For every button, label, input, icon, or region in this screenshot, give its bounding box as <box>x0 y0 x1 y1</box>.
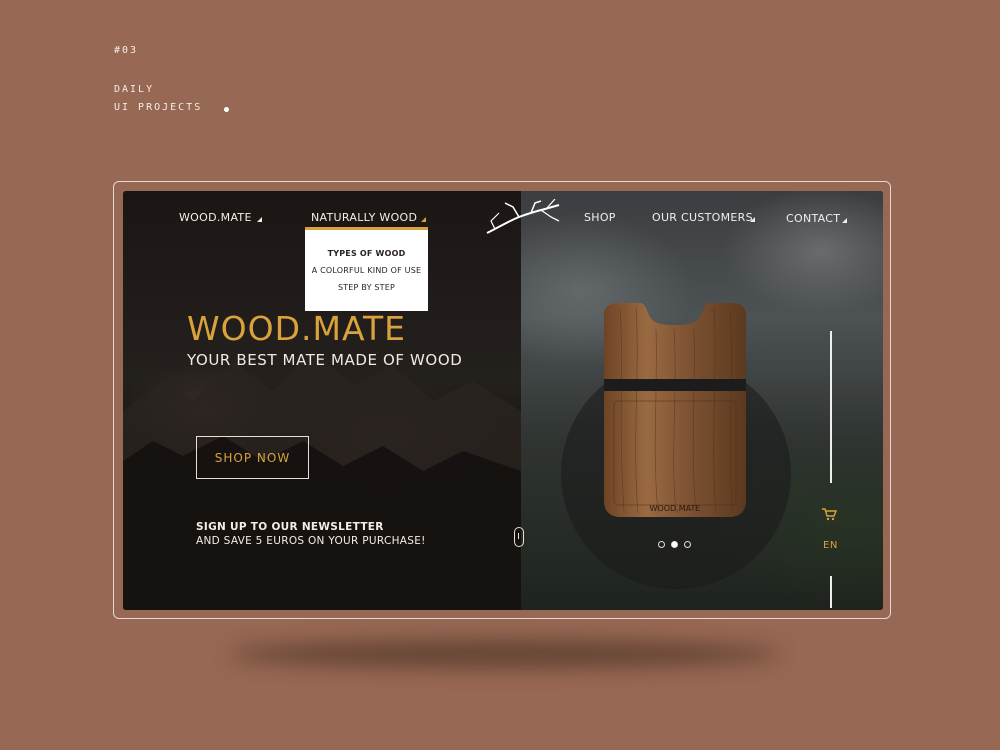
project-label-line1: DAILY <box>114 84 155 95</box>
hero-title: WOOD.MATE <box>187 309 406 348</box>
dropdown-item-colorful[interactable]: A COLORFUL KIND OF USE <box>305 266 428 275</box>
logo-branch-icon[interactable] <box>485 199 563 235</box>
nav-naturally-wood[interactable]: NATURALLY WOOD <box>311 211 417 224</box>
nav-contact-arrow-icon <box>842 218 847 223</box>
nav-woodmate-arrow-icon <box>257 217 262 222</box>
carousel-dots <box>658 533 697 552</box>
nav-customers-arrow-icon <box>750 217 755 222</box>
mountain-silhouette <box>123 351 521 610</box>
carousel-dot-3[interactable] <box>684 541 691 548</box>
nav-naturally-wood-arrow-icon <box>421 217 426 222</box>
naturally-wood-dropdown: TYPES OF WOOD A COLORFUL KIND OF USE STE… <box>305 227 428 311</box>
nav-woodmate[interactable]: WOOD.MATE <box>179 211 252 224</box>
nav-our-customers[interactable]: OUR CUSTOMERS <box>652 211 753 224</box>
website-screen: WOOD.MATE NATURALLY WOOD TYPES OF WOOD A… <box>123 191 883 610</box>
dropdown-item-step[interactable]: STEP BY STEP <box>305 283 428 292</box>
carousel-dot-2[interactable] <box>671 541 678 548</box>
wallet-brand-engraving: WOOD.MATE <box>650 504 701 513</box>
dropdown-item-types[interactable]: TYPES OF WOOD <box>305 249 428 258</box>
project-label-line2: UI PROJECTS <box>114 102 203 113</box>
scroll-mouse-icon[interactable] <box>514 527 524 547</box>
wood-wallet-image: WOOD.MATE <box>604 303 746 517</box>
nav-contact[interactable]: CONTACT <box>786 212 840 225</box>
rail-line-bottom <box>830 576 832 608</box>
carousel-dot-1[interactable] <box>658 541 665 548</box>
language-switch[interactable]: EN <box>823 540 838 551</box>
project-number: #03 <box>114 45 139 56</box>
rail-line-top <box>830 331 832 483</box>
device-shadow <box>230 640 780 668</box>
newsletter-text: AND SAVE 5 EUROS ON YOUR PURCHASE! <box>196 535 426 547</box>
nav-shop[interactable]: SHOP <box>584 211 616 224</box>
page: #03 DAILY UI PROJECTS WOOD.MATE NATURALL… <box>0 0 1000 750</box>
shop-now-button[interactable]: SHOP NOW <box>196 436 309 479</box>
hero-subtitle: YOUR BEST MATE MADE OF WOOD <box>187 351 463 369</box>
decorative-dot <box>224 107 229 112</box>
newsletter-heading[interactable]: SIGN UP TO OUR NEWSLETTER <box>196 521 384 533</box>
cart-icon[interactable] <box>821 507 837 521</box>
